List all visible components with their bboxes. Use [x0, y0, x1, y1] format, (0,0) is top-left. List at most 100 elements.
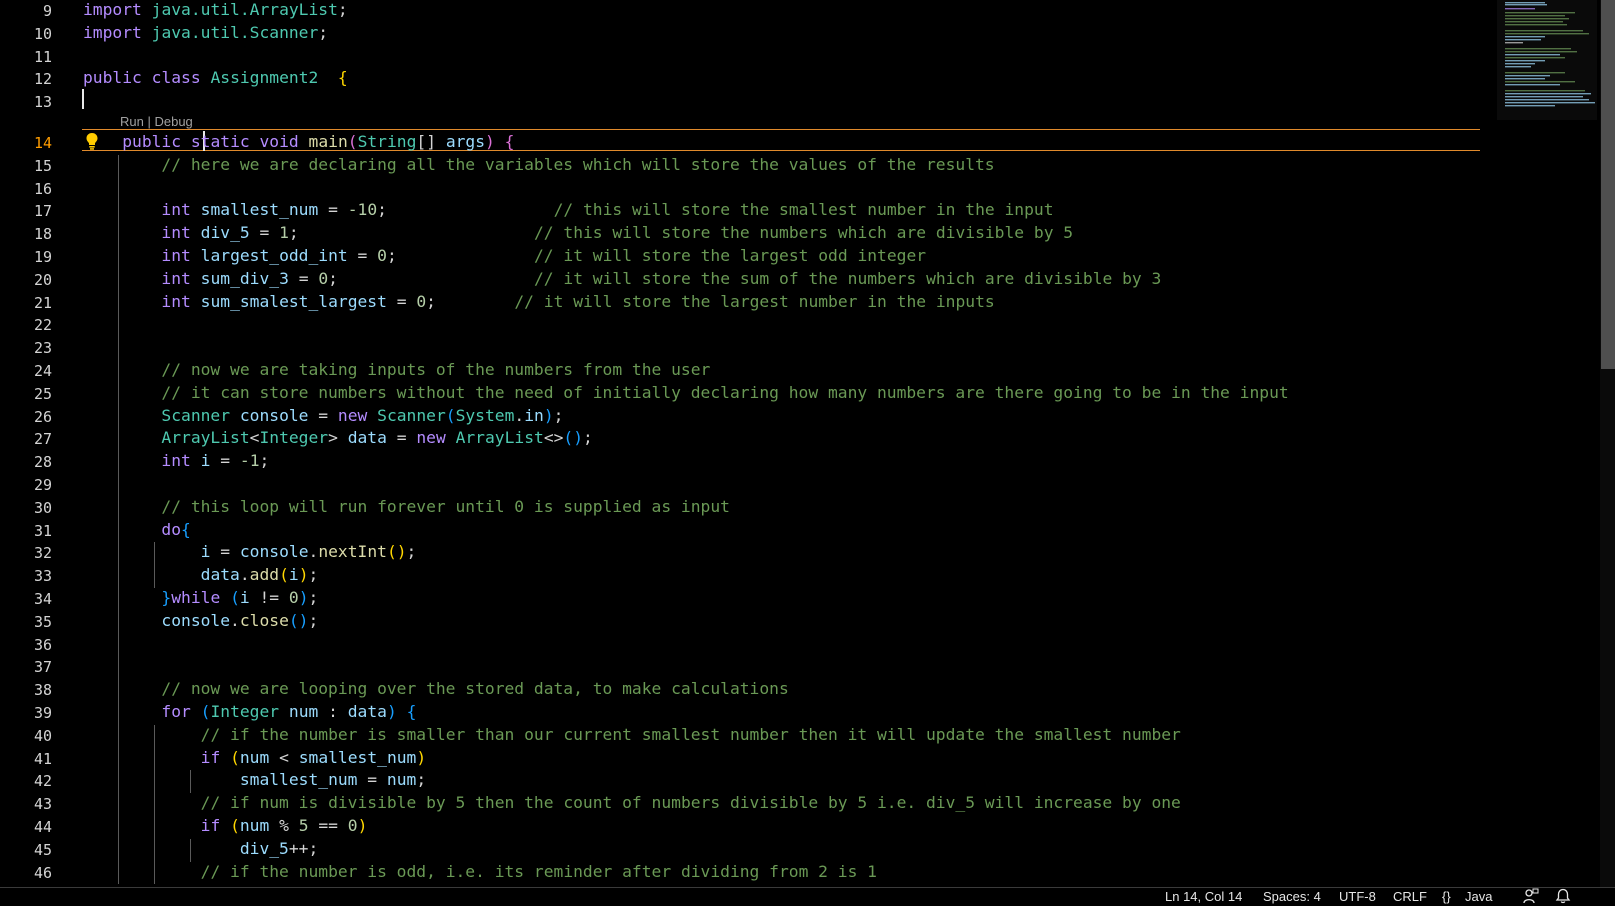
- line-number[interactable]: 43: [0, 793, 52, 816]
- keyword-token: int: [161, 200, 191, 220]
- code-line[interactable]: smallest_num = num;: [83, 769, 426, 792]
- minimap-viewport[interactable]: [1497, 0, 1597, 120]
- line-number[interactable]: 35: [0, 611, 52, 634]
- line-number[interactable]: 34: [0, 588, 52, 611]
- code-area[interactable]: import java.util.ArrayList; import java.u…: [83, 0, 1483, 887]
- code-line[interactable]: public class Assignment2 {: [83, 67, 348, 90]
- operator-token: =: [357, 770, 387, 790]
- line-number[interactable]: 20: [0, 269, 52, 292]
- comment-token: // if the number is smaller than our cur…: [200, 724, 1181, 744]
- scrollbar-thumb[interactable]: [1601, 0, 1615, 369]
- code-line[interactable]: i = console.nextInt();: [83, 541, 417, 564]
- cursor-position[interactable]: Ln 14, Col 14: [1165, 889, 1242, 904]
- line-number[interactable]: 13: [0, 91, 52, 114]
- line-number[interactable]: 25: [0, 383, 52, 406]
- identifier-token: num: [386, 770, 417, 790]
- code-line[interactable]: int i = -1;: [83, 450, 269, 473]
- line-number[interactable]: 12: [0, 68, 52, 91]
- code-line[interactable]: Scanner console = new Scanner(System.in)…: [83, 405, 563, 428]
- code-line[interactable]: if (num < smallest_num): [83, 747, 427, 770]
- feedback-icon[interactable]: [1523, 888, 1539, 904]
- code-line[interactable]: if (num % 5 == 0): [83, 815, 368, 838]
- line-number[interactable]: 9: [0, 0, 52, 23]
- line-number[interactable]: 36: [0, 634, 52, 657]
- line-number[interactable]: 37: [0, 656, 52, 679]
- indent-guide: [190, 770, 191, 794]
- minimap[interactable]: [1497, 0, 1597, 887]
- code-line[interactable]: ArrayList<Integer> data = new ArrayList<…: [83, 427, 593, 450]
- keyword-token: for: [161, 702, 191, 721]
- line-number[interactable]: 29: [0, 474, 52, 497]
- code-line[interactable]: int div_5 = 1; // this will store the nu…: [83, 222, 1073, 245]
- code-line[interactable]: int sum_smalest_largest = 0; // it will …: [83, 291, 994, 314]
- line-number[interactable]: 38: [0, 679, 52, 702]
- line-number[interactable]: 44: [0, 816, 52, 839]
- operator-token: =: [210, 451, 240, 471]
- operator-token: =: [386, 291, 417, 311]
- vertical-scrollbar[interactable]: [1600, 0, 1615, 887]
- operator-token: ;: [583, 428, 593, 448]
- line-number[interactable]: 10: [0, 23, 52, 46]
- line-number[interactable]: 11: [0, 46, 52, 69]
- code-line[interactable]: // if the number is smaller than our cur…: [83, 724, 1181, 747]
- line-number[interactable]: 39: [0, 702, 52, 725]
- identifier-token: div_5: [239, 838, 289, 858]
- identifier-token: console: [239, 405, 309, 425]
- bracket-token: (): [563, 428, 584, 448]
- code-line[interactable]: import java.util.Scanner;: [83, 22, 328, 45]
- code-line[interactable]: // now we are looping over the stored da…: [83, 678, 788, 701]
- code-line[interactable]: public static void main(String[] args) {: [83, 131, 514, 154]
- line-number[interactable]: 23: [0, 337, 52, 360]
- operator-token: ;: [386, 246, 397, 265]
- line-number[interactable]: 27: [0, 428, 52, 451]
- line-number[interactable]: 41: [0, 748, 52, 771]
- language-braces-icon[interactable]: {}: [1442, 889, 1451, 904]
- line-number[interactable]: 32: [0, 542, 52, 565]
- line-number[interactable]: 18: [0, 223, 52, 246]
- line-number[interactable]: 45: [0, 839, 52, 862]
- indentation-setting[interactable]: Spaces: 4: [1263, 889, 1321, 904]
- line-number[interactable]: 24: [0, 360, 52, 383]
- operator-token: ==: [308, 816, 348, 835]
- encoding-setting[interactable]: UTF-8: [1339, 889, 1376, 904]
- code-line[interactable]: // here we are declaring all the variabl…: [83, 154, 994, 177]
- line-ending-setting[interactable]: CRLF: [1393, 889, 1427, 904]
- line-number[interactable]: 31: [0, 520, 52, 543]
- language-mode[interactable]: Java: [1465, 889, 1492, 904]
- operator-token: =: [249, 223, 280, 243]
- line-number[interactable]: 40: [0, 725, 52, 748]
- line-number[interactable]: 46: [0, 862, 52, 885]
- code-line[interactable]: do{: [83, 519, 190, 542]
- number-token: 0: [288, 588, 299, 607]
- line-number[interactable]: 22: [0, 314, 52, 337]
- line-number[interactable]: 17: [0, 200, 52, 223]
- code-line[interactable]: import java.util.ArrayList;: [83, 0, 348, 22]
- line-number[interactable]: 33: [0, 565, 52, 588]
- code-line[interactable]: // now we are taking inputs of the numbe…: [83, 359, 710, 382]
- operator-token: .: [308, 542, 319, 562]
- operator-token: %: [269, 816, 299, 835]
- code-line[interactable]: // this loop will run forever until 0 is…: [83, 496, 730, 519]
- line-number[interactable]: 15: [0, 155, 52, 178]
- line-number[interactable]: 14: [0, 132, 52, 155]
- line-number[interactable]: 42: [0, 770, 52, 793]
- code-line[interactable]: // it can store numbers without the need…: [83, 382, 1288, 405]
- line-number[interactable]: 30: [0, 497, 52, 520]
- line-number[interactable]: 19: [0, 246, 52, 269]
- code-line[interactable]: // if num is divisible by 5 then the cou…: [83, 792, 1181, 815]
- line-number-gutter[interactable]: 9 10 11 12 13 14 15 16 17 18 19 20 21 22 23 24 25 26 27 28 2…: [0, 0, 60, 887]
- line-number[interactable]: 28: [0, 451, 52, 474]
- notifications-bell-icon[interactable]: [1555, 888, 1571, 904]
- code-line[interactable]: for (Integer num : data) {: [83, 701, 416, 724]
- line-number[interactable]: 16: [0, 178, 52, 201]
- code-line[interactable]: int smallest_num = -10; // this will sto…: [83, 199, 1053, 222]
- code-line[interactable]: int largest_odd_int = 0; // it will stor…: [83, 245, 926, 268]
- code-line[interactable]: // if the number is odd, i.e. its remind…: [83, 861, 877, 884]
- line-number[interactable]: 26: [0, 406, 52, 429]
- code-line[interactable]: int sum_div_3 = 0; // it will store the …: [83, 268, 1161, 291]
- line-number[interactable]: 21: [0, 292, 52, 315]
- code-editor[interactable]: 9 10 11 12 13 14 15 16 17 18 19 20 21 22 23 24 25 26 27 28 2…: [0, 0, 1497, 887]
